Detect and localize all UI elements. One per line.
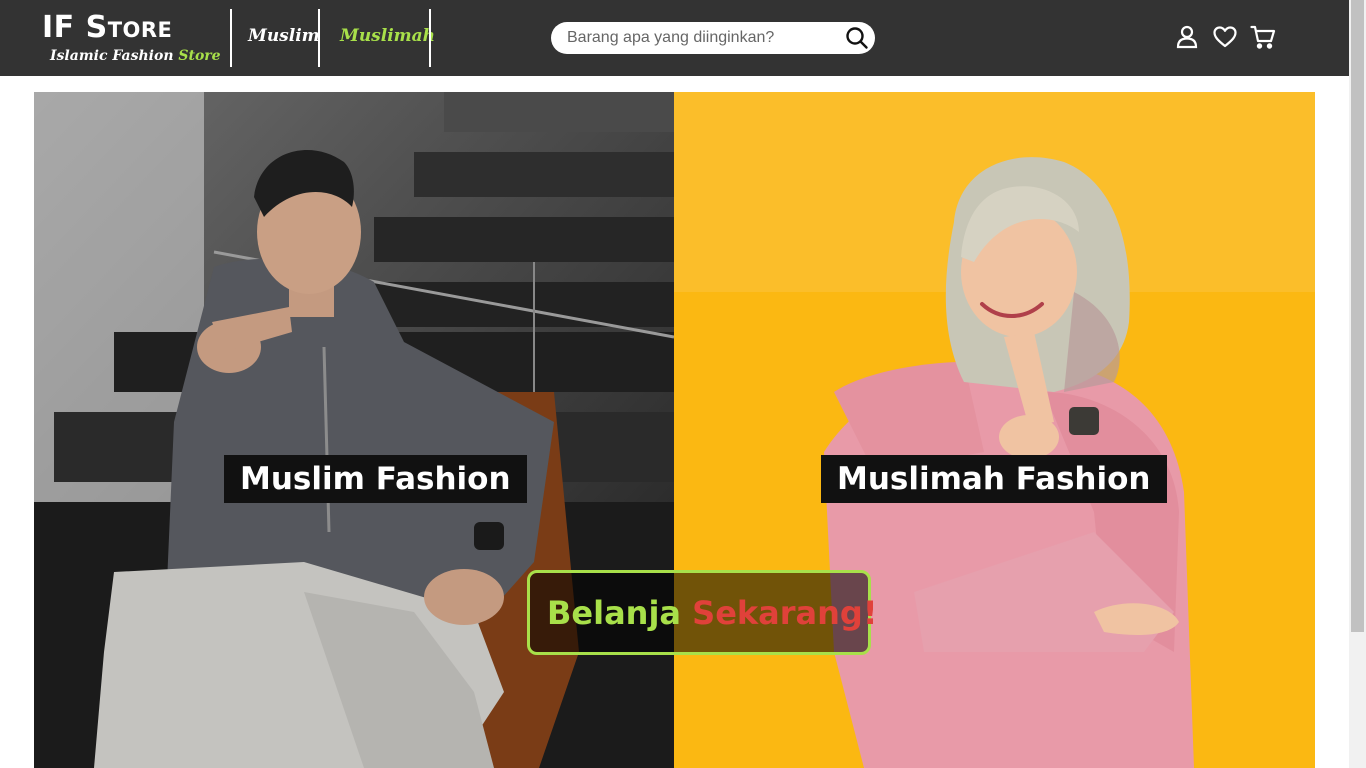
muslimah-model-photo bbox=[674, 92, 1315, 768]
search-input[interactable] bbox=[567, 28, 837, 48]
shop-now-label: Belanja Sekarang! bbox=[547, 594, 877, 632]
nav-divider bbox=[429, 9, 431, 67]
brand-subtitle-accent: Store bbox=[178, 48, 221, 64]
brand-subtitle: Islamic Fashion Store bbox=[50, 48, 221, 64]
shop-now-button[interactable]: Belanja Sekarang! bbox=[527, 570, 877, 655]
muslim-model-photo bbox=[34, 92, 674, 768]
shop-now-label-part1: Belanja bbox=[547, 594, 681, 632]
brand-title: IF Store bbox=[42, 10, 173, 45]
user-icon[interactable] bbox=[1174, 24, 1200, 50]
nav-divider bbox=[318, 9, 320, 67]
nav-divider bbox=[230, 9, 232, 67]
muslimah-fashion-label[interactable]: Muslimah Fashion bbox=[821, 455, 1167, 503]
nav-link-muslim[interactable]: Muslim bbox=[248, 26, 320, 46]
muslim-fashion-label[interactable]: Muslim Fashion bbox=[224, 455, 527, 503]
muslimah-fashion-panel[interactable]: Muslimah Fashion bbox=[674, 92, 1315, 768]
brand-logo[interactable]: IF Store Islamic Fashion Store bbox=[40, 10, 221, 68]
navbar: IF Store Islamic Fashion Store Muslim Mu… bbox=[0, 0, 1349, 76]
heart-icon[interactable] bbox=[1212, 24, 1238, 50]
brand-subtitle-main: Islamic Fashion bbox=[50, 48, 174, 64]
scrollbar[interactable] bbox=[1349, 0, 1366, 768]
scrollbar-thumb[interactable] bbox=[1351, 0, 1364, 632]
shop-now-label-part2: Sekarang! bbox=[692, 594, 878, 632]
muslim-fashion-panel[interactable]: Muslim Fashion bbox=[34, 92, 674, 768]
search-bar bbox=[551, 22, 875, 54]
hero-banner: Muslim Fashion Muslimah Fashion Belanja … bbox=[34, 92, 1315, 768]
search-icon[interactable] bbox=[845, 26, 869, 50]
nav-link-muslimah[interactable]: Muslimah bbox=[340, 26, 435, 46]
cart-icon[interactable] bbox=[1250, 24, 1276, 50]
